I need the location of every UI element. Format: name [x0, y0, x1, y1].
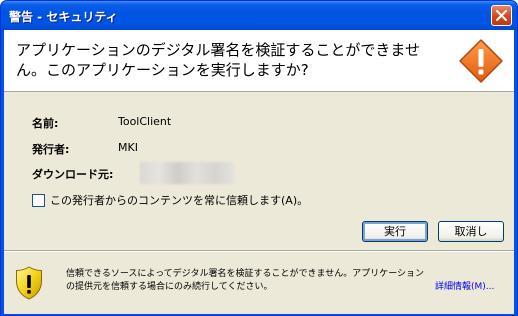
download-label: ダウンロード元:: [32, 168, 114, 181]
footer-message: 信頼できるソースによってデジタル署名を検証することができません。アプリケーション…: [66, 269, 425, 292]
header-panel: アプリケーションのデジタル署名を検証することができません。このアプリケーションを…: [4, 30, 514, 92]
dialog-body: アプリケーションのデジタル署名を検証することができません。このアプリケーションを…: [4, 30, 514, 314]
publisher-label: 発行者:: [32, 143, 70, 156]
close-button[interactable]: [491, 5, 512, 26]
download-source-redacted: [140, 162, 234, 184]
warning-diamond-icon: [459, 39, 503, 83]
always-trust-label: この発行者からのコンテンツを常に信頼します(A)。: [50, 194, 309, 207]
publisher-value: MKI: [118, 141, 138, 154]
shield-warning-icon: [16, 266, 42, 300]
always-trust-checkbox-row[interactable]: この発行者からのコンテンツを常に信頼します(A)。: [32, 192, 308, 208]
run-button[interactable]: 実行: [362, 221, 428, 242]
name-value: ToolClient: [118, 115, 172, 128]
more-info-link[interactable]: 詳細情報(M)...: [435, 279, 494, 292]
title-bar[interactable]: 警告 - セキュリティ: [1, 1, 517, 30]
window-title: 警告 - セキュリティ: [9, 10, 118, 24]
name-label: 名前:: [32, 117, 59, 130]
footer-separator: [4, 250, 514, 252]
cancel-button[interactable]: 取消し: [438, 221, 504, 242]
close-icon: [496, 10, 507, 21]
header-message: アプリケーションのデジタル署名を検証することができません。このアプリケーションを…: [16, 41, 420, 79]
always-trust-checkbox[interactable]: [32, 193, 45, 207]
security-warning-dialog: 警告 - セキュリティ アプリケーションのデジタル署名を検証することができません…: [0, 0, 518, 316]
